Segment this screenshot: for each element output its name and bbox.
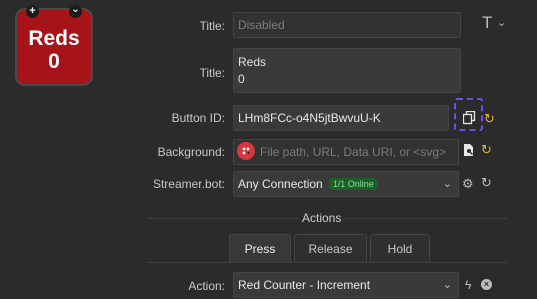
chevron-down-icon: ⌄	[442, 178, 452, 190]
copy-icon[interactable]	[462, 110, 476, 126]
gear-icon[interactable]: ⚙	[462, 176, 474, 192]
refresh-id-icon[interactable]: ↻	[484, 111, 495, 127]
preview-title-line1: Reds	[28, 27, 80, 50]
button-id-field[interactable]: LHm8FCc-o4N5jtBwvuU-K	[233, 105, 449, 131]
title-disabled-field[interactable]: Disabled	[233, 12, 461, 38]
refresh-connection-icon[interactable]: ↻	[481, 175, 492, 191]
remove-action-icon[interactable]: ×	[481, 279, 492, 290]
menu-chevron-icon[interactable]: ⌄	[69, 5, 82, 18]
online-status-badge: 1/1 Online	[328, 178, 378, 190]
title-disabled-label: Title:	[199, 19, 225, 33]
action-label: Action:	[188, 279, 225, 293]
streamerbot-label: Streamer.bot:	[152, 177, 225, 191]
tab-hold[interactable]: Hold	[370, 234, 430, 262]
title-label: Title:	[199, 66, 225, 80]
add-icon[interactable]: +	[26, 5, 39, 18]
refresh-background-icon[interactable]: ↻	[481, 142, 492, 158]
button-preview[interactable]: Reds 0	[15, 8, 93, 86]
action-value: Red Counter - Increment	[238, 278, 371, 292]
title-line1: Reds	[238, 55, 267, 69]
preview-title-line2: 0	[48, 50, 60, 73]
text-format-icon[interactable]: T	[482, 13, 492, 33]
title-textarea[interactable]: Reds 0	[233, 48, 461, 93]
tab-press[interactable]: Press	[229, 234, 291, 262]
button-id-label: Button ID:	[171, 111, 225, 125]
streamerbot-value: Any Connection	[238, 177, 323, 191]
tabs-underline	[147, 262, 507, 263]
tab-release[interactable]: Release	[294, 234, 367, 262]
palette-icon[interactable]	[237, 142, 255, 160]
background-label: Background:	[157, 145, 225, 159]
streamerbot-select[interactable]: Any Connection 1/1 Online ⌄	[233, 171, 459, 197]
lightning-icon[interactable]: ϟ	[465, 278, 471, 292]
action-select[interactable]: Red Counter - Increment ⌄	[233, 272, 459, 298]
title-line2: 0	[238, 72, 245, 86]
action-tabs: Press Release Hold	[229, 234, 433, 262]
actions-section-title: Actions	[298, 211, 346, 225]
background-field[interactable]: File path, URL, Data URI, or <svg>	[233, 139, 459, 165]
chevron-down-icon: ⌄	[442, 279, 452, 291]
file-search-icon[interactable]	[463, 143, 475, 157]
chevron-down-icon[interactable]: ⌄	[497, 16, 506, 29]
background-placeholder: File path, URL, Data URI, or <svg>	[260, 145, 447, 159]
